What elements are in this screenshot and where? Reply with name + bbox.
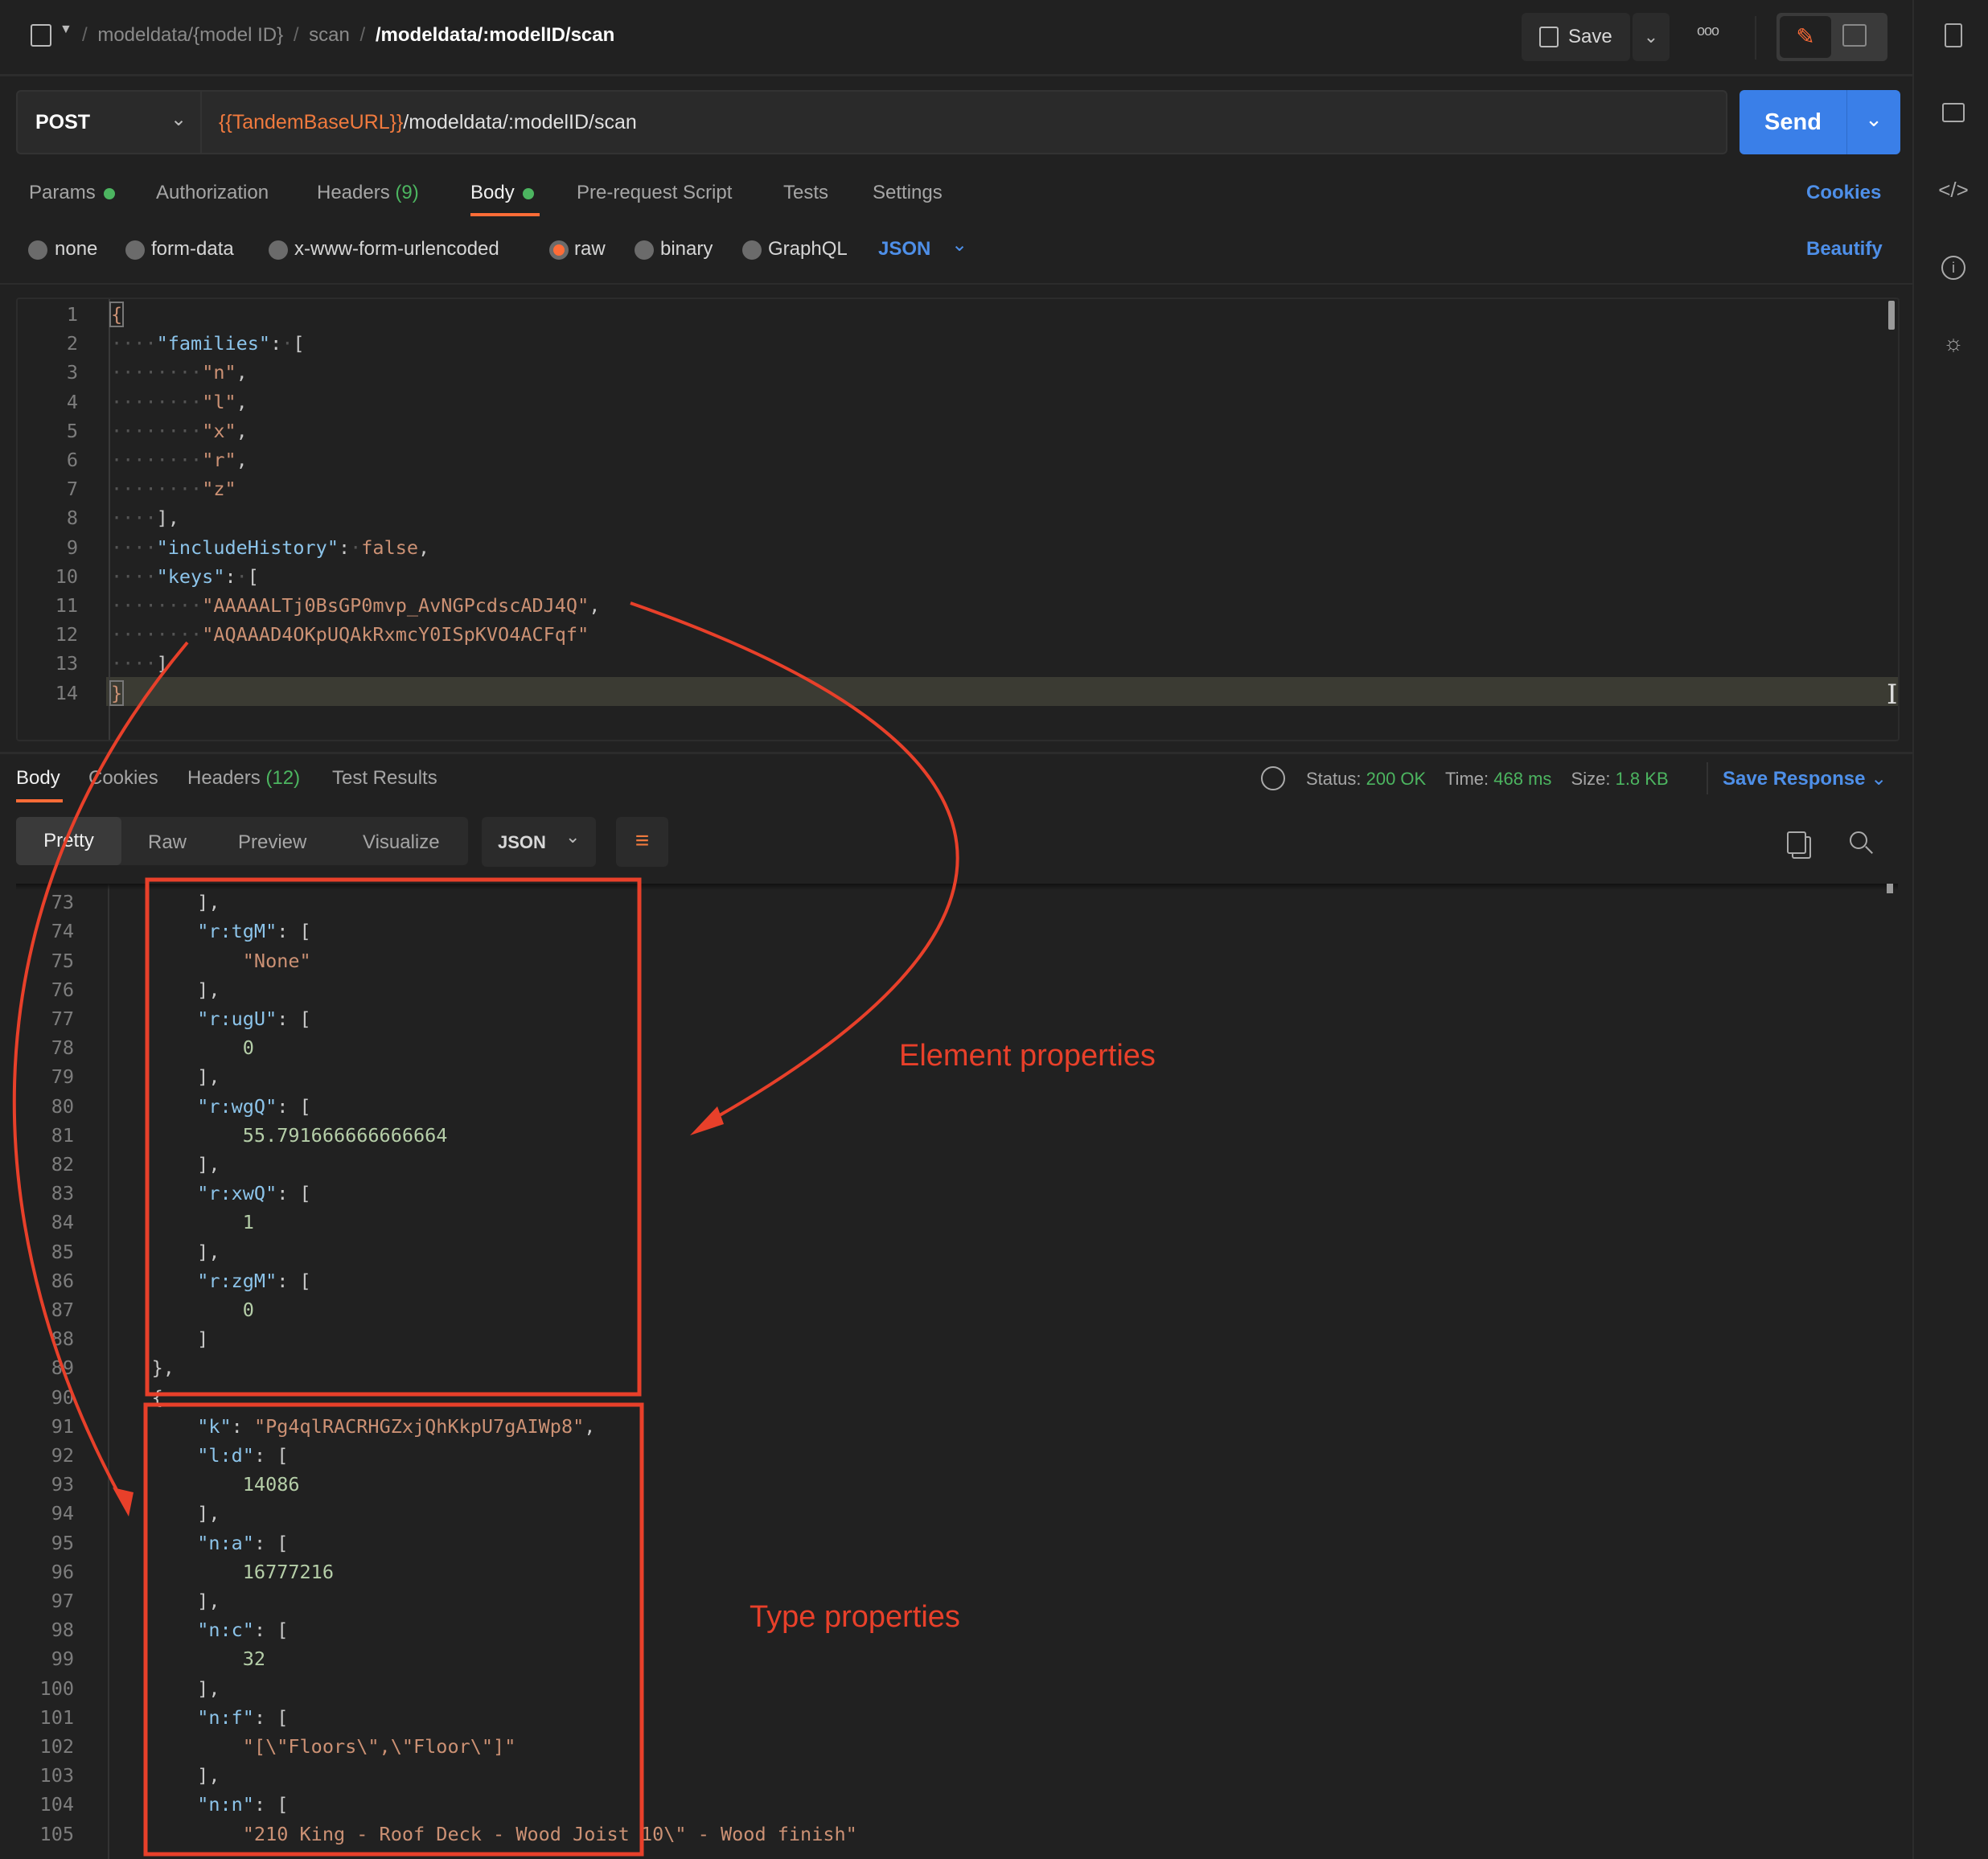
arrowhead-icon [690,1106,724,1135]
type-properties-label: Type properties [750,1600,960,1634]
arrowhead-icon [113,1488,133,1516]
element-properties-box [145,877,642,1397]
type-properties-box [143,1402,644,1857]
arrow-to-type-properties [12,641,189,1501]
element-properties-label: Element properties [899,1039,1156,1073]
annotation-overlay [12,601,959,1857]
